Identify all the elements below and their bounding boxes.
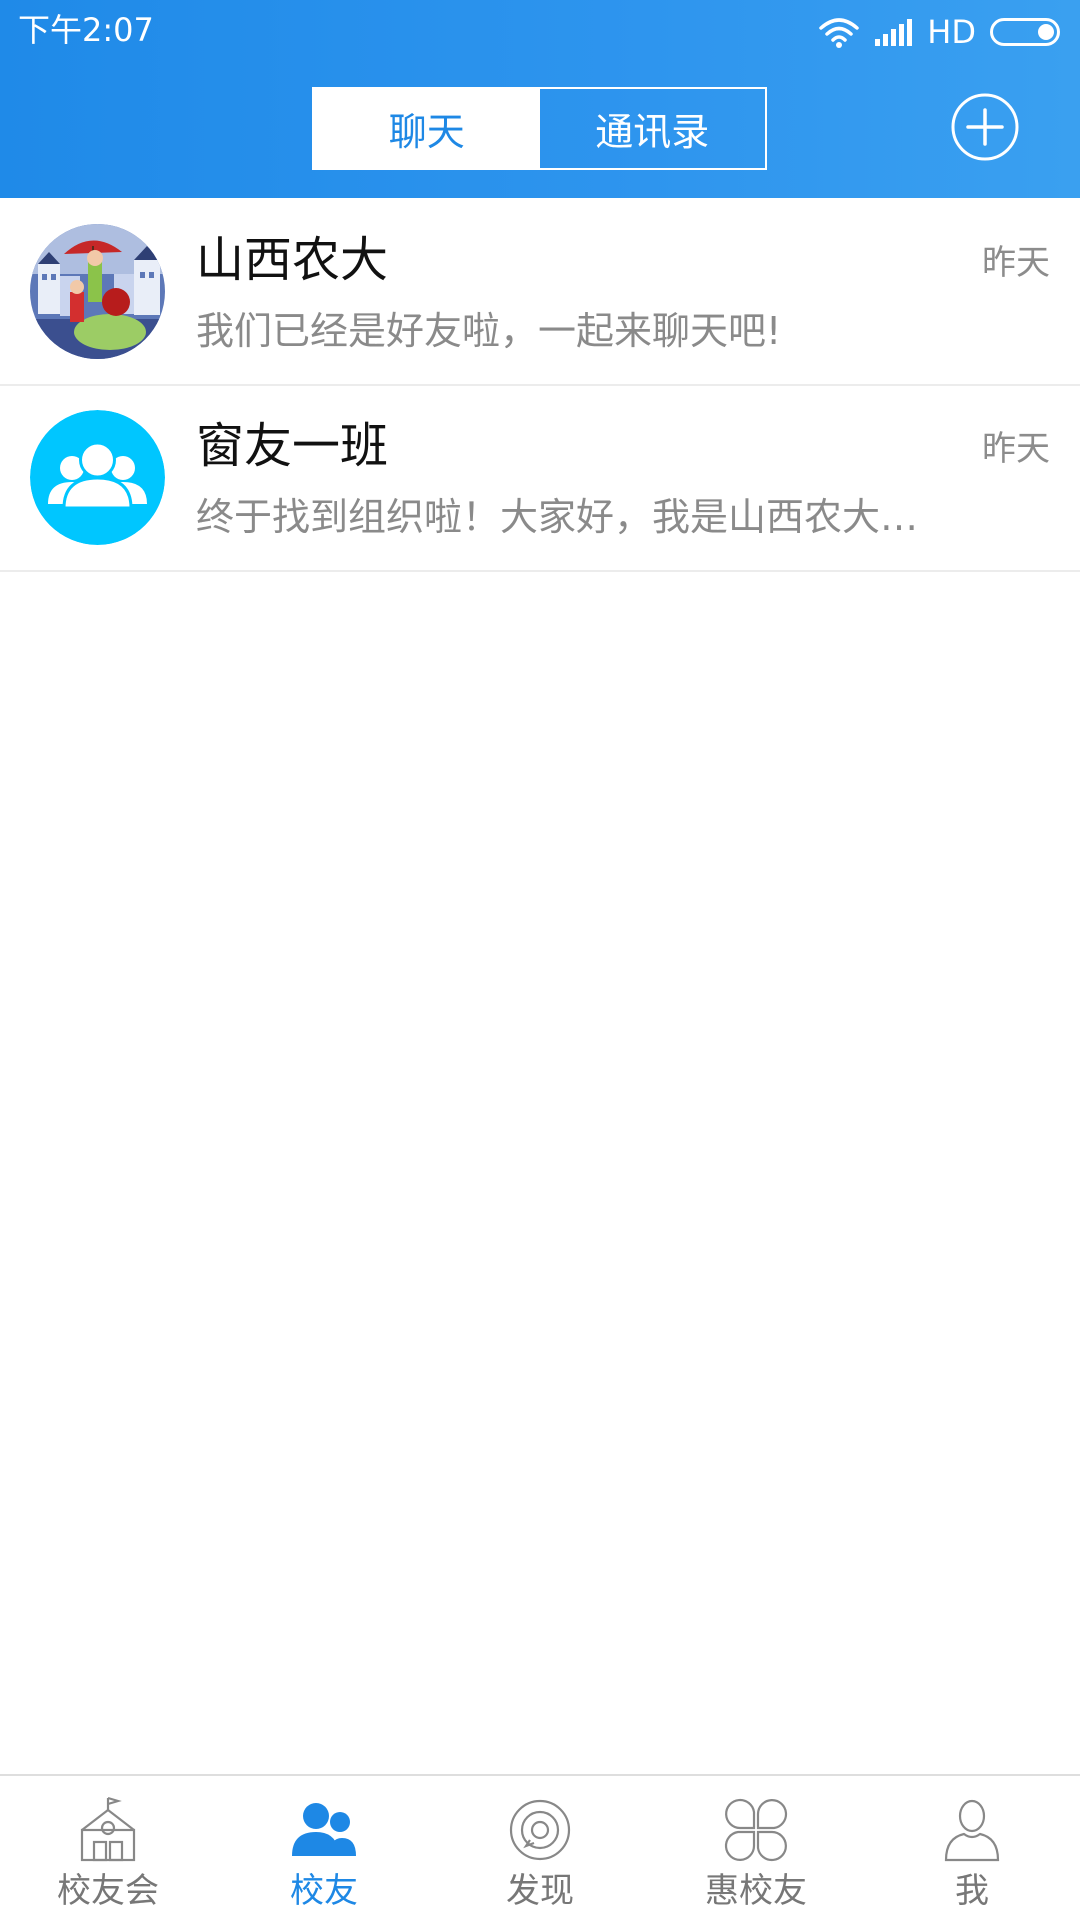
nav-alumni[interactable]: 校友	[216, 1776, 432, 1920]
chat-preview: 终于找到组织啦！大家好，我是山西农大…	[196, 495, 919, 539]
chat-item[interactable]: 山西农大 昨天 我们已经是好友啦，一起来聊天吧!	[0, 200, 1080, 386]
battery-icon	[990, 18, 1060, 46]
status-bar: 下午2:07 HD	[0, 0, 1080, 62]
tab-chat[interactable]: 聊天	[314, 89, 540, 168]
bottom-nav: 校友会 校友 发现 惠校友 我	[0, 1774, 1080, 1920]
chat-time: 昨天	[982, 243, 1050, 283]
person-icon	[944, 1799, 1000, 1862]
network-type: HD	[927, 13, 976, 51]
chat-time: 昨天	[982, 429, 1050, 469]
nav-label: 校友	[290, 1871, 358, 1911]
group-avatar-icon	[30, 410, 165, 545]
nav-me[interactable]: 我	[864, 1776, 1080, 1920]
nav-alumni-association[interactable]: 校友会	[0, 1776, 216, 1920]
plus-circle-icon[interactable]	[950, 92, 1020, 162]
status-time: 下午2:07	[18, 11, 154, 49]
contacts-icon	[292, 1803, 356, 1856]
nav-label: 发现	[506, 1871, 574, 1911]
chat-name: 窗友一班	[196, 418, 389, 474]
discover-icon	[509, 1799, 571, 1861]
nav-label: 我	[955, 1871, 989, 1911]
signal-icon	[875, 19, 913, 46]
status-icons: HD	[819, 12, 1060, 52]
nav-label: 惠校友	[705, 1871, 807, 1911]
school-building-icon	[80, 1796, 136, 1862]
chat-list: 山西农大 昨天 我们已经是好友啦，一起来聊天吧! 窗友一班 昨天 终于找到组织啦…	[0, 200, 1080, 572]
illustration-avatar	[30, 224, 165, 359]
tab-contacts[interactable]: 通讯录	[540, 89, 766, 168]
tab-switcher: 聊天 通讯录	[312, 87, 767, 170]
wifi-icon	[819, 18, 860, 48]
nav-discover[interactable]: 发现	[432, 1776, 648, 1920]
chat-name: 山西农大	[196, 232, 389, 288]
nav-benefits[interactable]: 惠校友	[648, 1776, 864, 1920]
nav-label: 校友会	[57, 1871, 159, 1911]
chat-preview: 我们已经是好友啦，一起来聊天吧!	[196, 309, 782, 353]
chat-item[interactable]: 窗友一班 昨天 终于找到组织啦！大家好，我是山西农大…	[0, 386, 1080, 572]
app-header: 下午2:07 HD 聊天 通讯录	[0, 0, 1080, 198]
clover-icon	[724, 1798, 788, 1862]
